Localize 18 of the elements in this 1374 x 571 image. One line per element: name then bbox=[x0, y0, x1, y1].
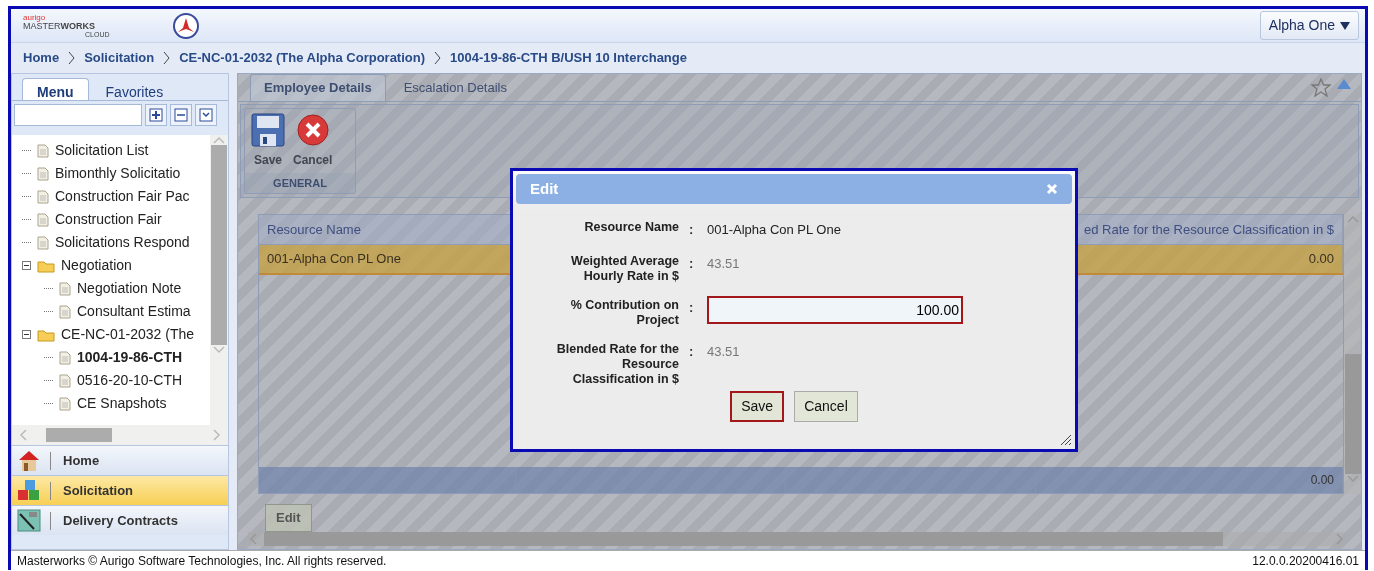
field-label: Blended Rate for the Resource Classification in $ bbox=[556, 341, 679, 387]
copyright-text: Masterworks © Aurigo Software Technologies, Inc. All rights reserved. bbox=[17, 552, 387, 570]
logo-brand: aurigo bbox=[23, 13, 46, 22]
version-text: 12.0.0.20200416.01 bbox=[1252, 552, 1359, 570]
field-label: % Contribution on Project bbox=[569, 297, 679, 328]
field-value: 001-Alpha Con PL One bbox=[707, 221, 841, 239]
dialog-title: Edit bbox=[530, 178, 559, 199]
separator: : bbox=[689, 221, 695, 239]
field-label: Resource Name bbox=[583, 220, 679, 235]
table-cell: 0.00 bbox=[1036, 467, 1343, 493]
field-value: 43.51 bbox=[707, 254, 740, 273]
separator: : bbox=[689, 342, 695, 361]
logo-name: MASTERWORKS bbox=[23, 21, 96, 31]
field-label: Weighted Average Hourly Rate in $ bbox=[570, 253, 679, 284]
separator: : bbox=[689, 298, 695, 317]
field-value: 43.51 bbox=[707, 342, 740, 361]
separator: : bbox=[689, 254, 695, 273]
group-label: GENERAL bbox=[245, 172, 355, 193]
